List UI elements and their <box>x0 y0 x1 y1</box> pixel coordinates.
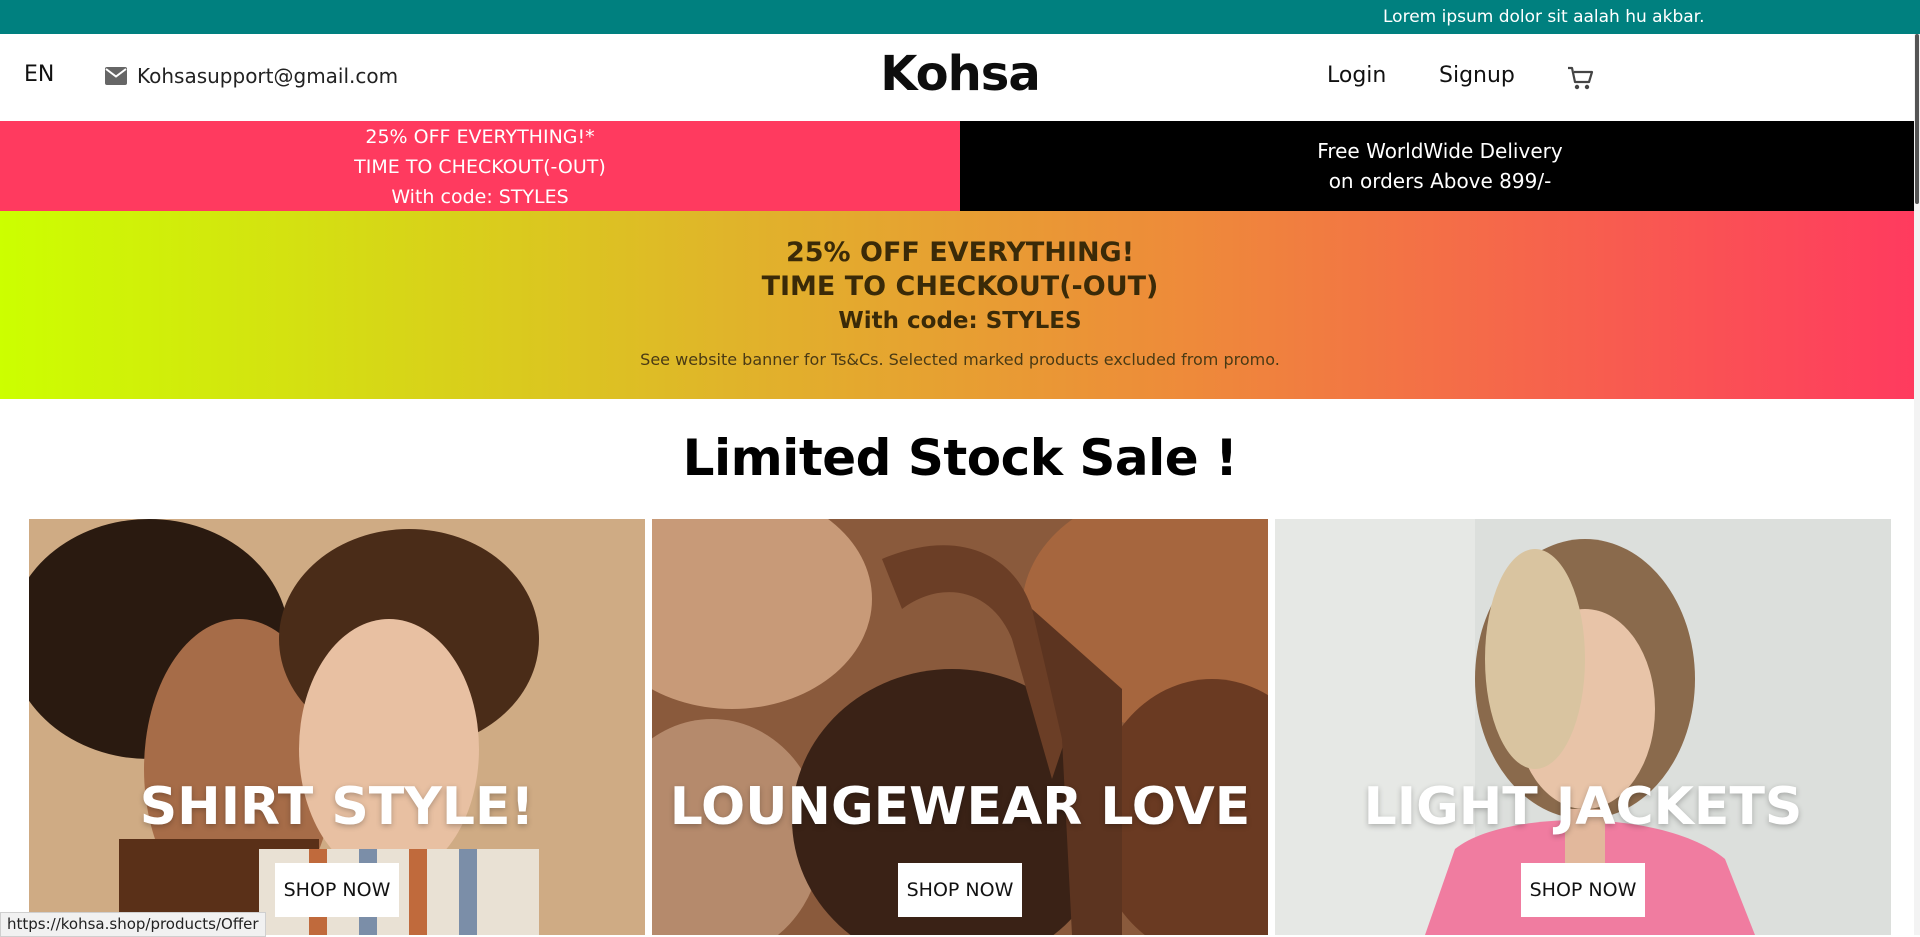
promo-banner[interactable]: 25% OFF EVERYTHING! TIME TO CHECKOUT(-OU… <box>0 211 1920 399</box>
product-card-light-jackets[interactable]: LIGHT JACKETS SHOP NOW <box>1275 519 1891 935</box>
site-logo[interactable]: Kohsa <box>0 46 1920 102</box>
shop-now-button[interactable]: SHOP NOW <box>275 863 399 917</box>
cart-icon[interactable] <box>1566 64 1594 92</box>
card-title: SHIRT STYLE! <box>139 777 535 837</box>
promo-left-line3: With code: STYLES <box>391 186 569 208</box>
banner-headline: 25% OFF EVERYTHING! <box>785 237 1135 268</box>
promo-left-line2: TIME TO CHECKOUT(-OUT) <box>354 156 606 178</box>
link-status-url: https://kohsa.shop/products/Offer <box>0 912 266 937</box>
shop-now-button[interactable]: SHOP NOW <box>898 863 1022 917</box>
banner-terms-note: See website banner for Ts&Cs. Selected m… <box>640 350 1280 369</box>
banner-subheadline: TIME TO CHECKOUT(-OUT) <box>761 271 1159 302</box>
announcement-bar: Lorem ipsum dolor sit aalah hu akbar. <box>0 0 1920 34</box>
login-link[interactable]: Login <box>1327 63 1386 88</box>
banner-code: With code: STYLES <box>838 308 1082 334</box>
site-header: EN Kohsasupport@gmail.com Kohsa Login Si… <box>0 34 1914 121</box>
signup-link[interactable]: Signup <box>1439 63 1515 88</box>
promo-left-line1: 25% OFF EVERYTHING!* <box>365 126 595 148</box>
promo-right-line2: on orders Above 899/- <box>1328 169 1552 193</box>
promo-strip-right: Free WorldWide Delivery on orders Above … <box>960 121 1920 211</box>
page-scrollbar[interactable] <box>1914 34 1920 935</box>
announcement-text: Lorem ipsum dolor sit aalah hu akbar. <box>1383 7 1705 27</box>
sale-section-title: Limited Stock Sale ! <box>682 429 1238 487</box>
promo-right-line1: Free WorldWide Delivery <box>1317 139 1563 163</box>
shop-now-button[interactable]: SHOP NOW <box>1521 863 1645 917</box>
product-card-shirt-style[interactable]: SHIRT STYLE! SHOP NOW <box>29 519 645 935</box>
card-title: LIGHT JACKETS <box>1363 777 1803 837</box>
promo-strip-left: 25% OFF EVERYTHING!* TIME TO CHECKOUT(-O… <box>0 121 960 211</box>
product-card-loungewear-love[interactable]: LOUNGEWEAR LOVE SHOP NOW <box>652 519 1268 935</box>
card-title: LOUNGEWEAR LOVE <box>669 777 1251 837</box>
scrollbar-thumb[interactable] <box>1915 34 1919 204</box>
